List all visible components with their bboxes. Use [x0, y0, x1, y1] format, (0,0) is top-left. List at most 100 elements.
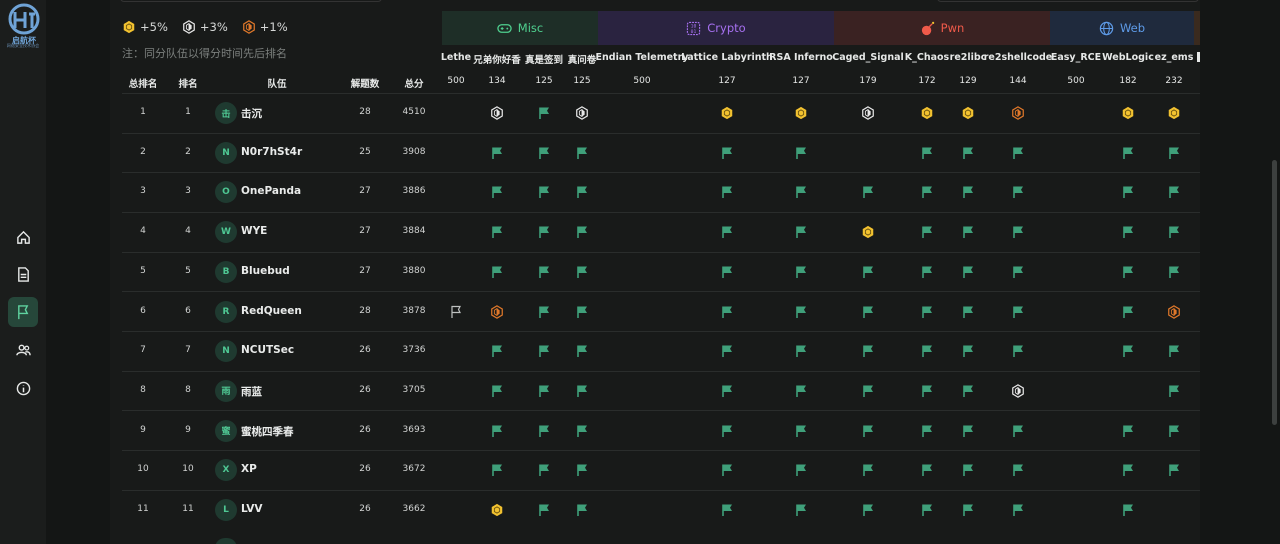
column-header-total[interactable]: 总分	[404, 76, 423, 90]
challenge-score: 500	[633, 76, 651, 86]
challenge-name[interactable]: K_Chaos	[905, 52, 949, 63]
solved-flag-icon	[1013, 425, 1023, 437]
search-input[interactable]	[120, 0, 382, 2]
column-header-rank[interactable]: 排名	[178, 76, 197, 90]
challenge-score: 127	[718, 76, 736, 86]
category-misc[interactable]: Misc	[442, 11, 598, 45]
category-label: Pwn	[940, 21, 965, 35]
cell-solved: 26	[359, 384, 371, 395]
challenge-name[interactable]: 真是签到	[525, 52, 563, 66]
solved-flag-icon	[1169, 464, 1179, 477]
nav-users[interactable]	[8, 335, 38, 365]
bonus-legend: +5% +3% +1%	[122, 20, 288, 34]
solved-flag-icon	[922, 385, 932, 397]
bronze-hexagon-icon	[1012, 106, 1024, 120]
cell-solved: 26	[359, 464, 371, 475]
challenge-name[interactable]: Endian Telemetry	[596, 52, 689, 63]
cell-overall: 5	[140, 265, 146, 276]
challenge-name[interactable]: RSA Inferno	[769, 52, 833, 63]
team-name[interactable]: WYE	[241, 225, 267, 237]
challenge-name[interactable]: 真问卷	[568, 52, 597, 66]
solved-flag-icon	[863, 186, 873, 199]
cell-overall: 11	[137, 504, 149, 514]
solved-flag-icon	[539, 464, 549, 477]
team-name[interactable]: LVV	[241, 503, 263, 515]
column-header-team[interactable]: 队伍	[267, 76, 286, 90]
challenge-name[interactable]: Caged_Signal	[832, 52, 904, 63]
solved-flag-icon	[796, 345, 806, 358]
nav-home[interactable]	[8, 222, 38, 252]
gold-hexagon-icon	[1168, 106, 1180, 120]
home-icon	[16, 230, 30, 244]
cell-solved: 26	[359, 345, 371, 356]
solved-flag-icon	[539, 306, 549, 318]
nav-flag[interactable]	[8, 297, 38, 327]
avatar: R	[215, 300, 237, 323]
cell-solved: 27	[359, 265, 371, 276]
challenge-name[interactable]: ez_ems	[1155, 52, 1194, 63]
bonus-item: +3%	[182, 20, 228, 34]
challenge-score: 125	[573, 76, 591, 86]
team-name[interactable]: 击沉	[241, 106, 262, 121]
team-name[interactable]: RedQueen	[241, 305, 302, 317]
challenge-name[interactable]: re2libc	[950, 52, 987, 63]
solved-flag-icon	[796, 464, 806, 477]
nav-document[interactable]	[8, 259, 38, 289]
solved-flag-icon	[1169, 226, 1179, 239]
column-header-overall_rank[interactable]: 总排名	[129, 76, 158, 90]
category-web[interactable]: Web	[1050, 11, 1194, 45]
challenge-score: 134	[488, 76, 506, 86]
team-name[interactable]: 雨蓝	[241, 384, 262, 399]
cell-score: 3884	[402, 226, 426, 237]
team-name[interactable]: Bluebud	[241, 265, 290, 277]
solved-flag-icon	[492, 425, 502, 437]
cell-rank: 4	[185, 226, 191, 237]
globe-icon	[1099, 21, 1114, 35]
challenge-name[interactable]: 兄弟你好香	[473, 52, 521, 66]
team-name[interactable]: OnePanda	[241, 185, 301, 197]
row-divider	[122, 132, 1200, 134]
solved-flag-icon	[863, 266, 873, 278]
row-divider	[122, 251, 1200, 253]
svg-text:01: 01	[691, 29, 697, 35]
solved-flag-icon	[1013, 266, 1023, 278]
filter-input[interactable]	[937, 0, 1199, 2]
solved-flag-icon	[722, 266, 732, 278]
solved-flag-icon	[963, 306, 973, 318]
team-name[interactable]: N0r7hSt4r	[241, 146, 302, 158]
team-name[interactable]: 蜜桃四季春	[241, 424, 294, 439]
challenge-name[interactable]: WebLogic	[1102, 52, 1154, 63]
solved-flag-icon	[577, 345, 587, 358]
cell-overall: 8	[140, 384, 146, 395]
solved-flag-icon	[722, 186, 732, 199]
cell-overall: 6	[140, 305, 146, 316]
scoreboard-app: 启航杯 网络安全技术协会 +5% +3% +1% 注：同分队伍以得分时间先后排名 M…	[0, 0, 1280, 544]
bronze-hexagon-icon	[491, 304, 503, 319]
header-divider	[122, 93, 1200, 94]
nav-info[interactable]	[8, 373, 38, 403]
challenge-name[interactable]: Lattice Labyrinth	[681, 52, 773, 63]
cell-rank: 7	[185, 345, 191, 356]
bomb-icon	[921, 21, 934, 35]
team-name[interactable]: NCUTSec	[241, 344, 294, 356]
solved-flag-icon	[577, 226, 587, 239]
bonus-item: +5%	[122, 20, 168, 34]
scrollbar-thumb[interactable]	[1272, 160, 1277, 425]
category-pwn[interactable]: Pwn	[834, 11, 1050, 45]
category-crypto[interactable]: 10 01 Crypto	[598, 11, 834, 45]
challenge-name[interactable]: Lethe	[441, 52, 471, 63]
column-header-solved[interactable]: 解题数	[351, 76, 380, 90]
cell-score: 3886	[402, 186, 426, 197]
gamepad-icon	[497, 23, 512, 33]
challenge-name[interactable]: re2shellcode	[984, 52, 1053, 63]
silver-hexagon-icon	[183, 20, 195, 34]
silver-hexagon-icon	[576, 106, 588, 120]
solved-flag-icon	[722, 226, 732, 239]
challenge-name[interactable]: Easy_RCE	[1051, 52, 1101, 63]
cell-score: 3908	[402, 146, 426, 157]
bonus-item: +1%	[242, 20, 288, 34]
solved-flag-icon	[539, 226, 549, 239]
team-name[interactable]: XP	[241, 463, 257, 475]
avatar: W	[215, 221, 237, 244]
solved-flag-icon	[492, 345, 502, 358]
